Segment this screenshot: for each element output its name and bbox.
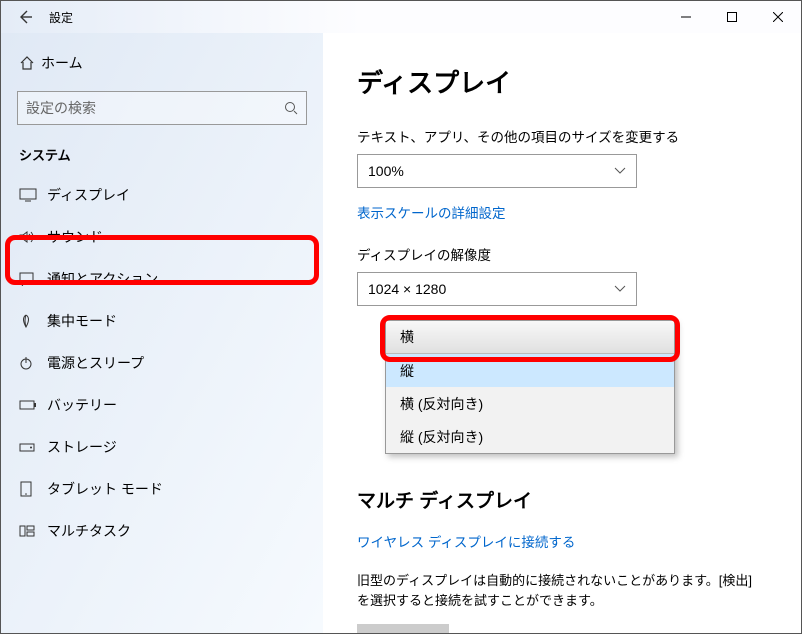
nav-item-sound[interactable]: サウンド — [1, 216, 323, 258]
scale-value: 100% — [368, 163, 404, 179]
sidebar: ホーム システム ディスプレイ サウンド — [1, 33, 323, 633]
multi-display-heading: マルチ ディスプレイ — [357, 486, 767, 513]
battery-icon — [19, 399, 47, 411]
close-button[interactable] — [755, 1, 801, 33]
nav-label: サウンド — [47, 227, 103, 247]
back-button[interactable] — [1, 9, 49, 25]
storage-icon — [19, 441, 47, 453]
nav-item-display[interactable]: ディスプレイ — [1, 174, 323, 216]
nav-item-notifications[interactable]: 通知とアクション — [1, 258, 323, 300]
orientation-option[interactable]: 横 — [386, 321, 674, 354]
nav-label: マルチタスク — [47, 521, 131, 541]
maximize-icon — [727, 12, 737, 22]
nav-label: ストレージ — [47, 437, 117, 457]
nav-item-battery[interactable]: バッテリー — [1, 384, 323, 426]
nav-label: 通知とアクション — [47, 269, 158, 289]
sound-icon — [19, 230, 47, 244]
orientation-option[interactable]: 縦 — [386, 354, 674, 387]
search-input[interactable] — [26, 100, 284, 116]
tablet-icon — [19, 481, 47, 497]
wireless-link[interactable]: ワイヤレス ディスプレイに接続する — [357, 531, 767, 551]
scale-advanced-link[interactable]: 表示スケールの詳細設定 — [357, 202, 767, 222]
nav-item-focus[interactable]: 集中モード — [1, 300, 323, 342]
resolution-value: 1024 × 1280 — [368, 281, 446, 297]
display-icon — [19, 188, 47, 202]
multi-display-desc: 旧型のディスプレイは自動的に接続されないことがあります。[検出] を選択すると接… — [357, 571, 767, 610]
detect-button[interactable]: 検出 — [357, 624, 449, 633]
window-title: 設定 — [49, 9, 73, 26]
power-icon — [19, 356, 47, 370]
orientation-dropdown[interactable]: 横 縦 横 (反対向き) 縦 (反対向き) — [385, 320, 675, 454]
multitask-icon — [19, 525, 47, 537]
nav-item-storage[interactable]: ストレージ — [1, 426, 323, 468]
page-heading: ディスプレイ — [357, 63, 767, 100]
focus-icon — [19, 314, 47, 328]
chevron-down-icon — [614, 167, 626, 175]
nav-item-power[interactable]: 電源とスリープ — [1, 342, 323, 384]
search-container — [1, 83, 323, 131]
nav-label: バッテリー — [47, 395, 117, 415]
home-label: ホーム — [41, 53, 83, 73]
scale-combobox[interactable]: 100% — [357, 154, 637, 188]
nav-label: ディスプレイ — [47, 185, 130, 205]
scale-label: テキスト、アプリ、その他の項目のサイズを変更する — [357, 126, 767, 146]
chevron-down-icon — [614, 285, 626, 293]
minimize-button[interactable] — [663, 1, 709, 33]
close-icon — [773, 12, 783, 22]
search-box[interactable] — [17, 91, 307, 125]
home-icon — [19, 55, 41, 71]
titlebar: 設定 — [1, 1, 801, 33]
resolution-label: ディスプレイの解像度 — [357, 244, 767, 264]
minimize-icon — [681, 12, 691, 22]
settings-window: 設定 ホーム システム — [0, 0, 802, 634]
nav-label: 集中モード — [47, 311, 117, 331]
home-link[interactable]: ホーム — [1, 43, 323, 83]
orientation-option[interactable]: 横 (反対向き) — [386, 387, 674, 420]
category-label: システム — [1, 131, 323, 174]
arrow-left-icon — [17, 9, 33, 25]
nav-label: 電源とスリープ — [47, 353, 144, 373]
maximize-button[interactable] — [709, 1, 755, 33]
notifications-icon — [19, 272, 47, 286]
resolution-combobox[interactable]: 1024 × 1280 — [357, 272, 637, 306]
nav-item-tablet[interactable]: タブレット モード — [1, 468, 323, 510]
search-icon — [284, 101, 298, 115]
nav-label: タブレット モード — [47, 479, 163, 499]
nav-item-multitask[interactable]: マルチタスク — [1, 510, 323, 552]
orientation-option[interactable]: 縦 (反対向き) — [386, 420, 674, 453]
